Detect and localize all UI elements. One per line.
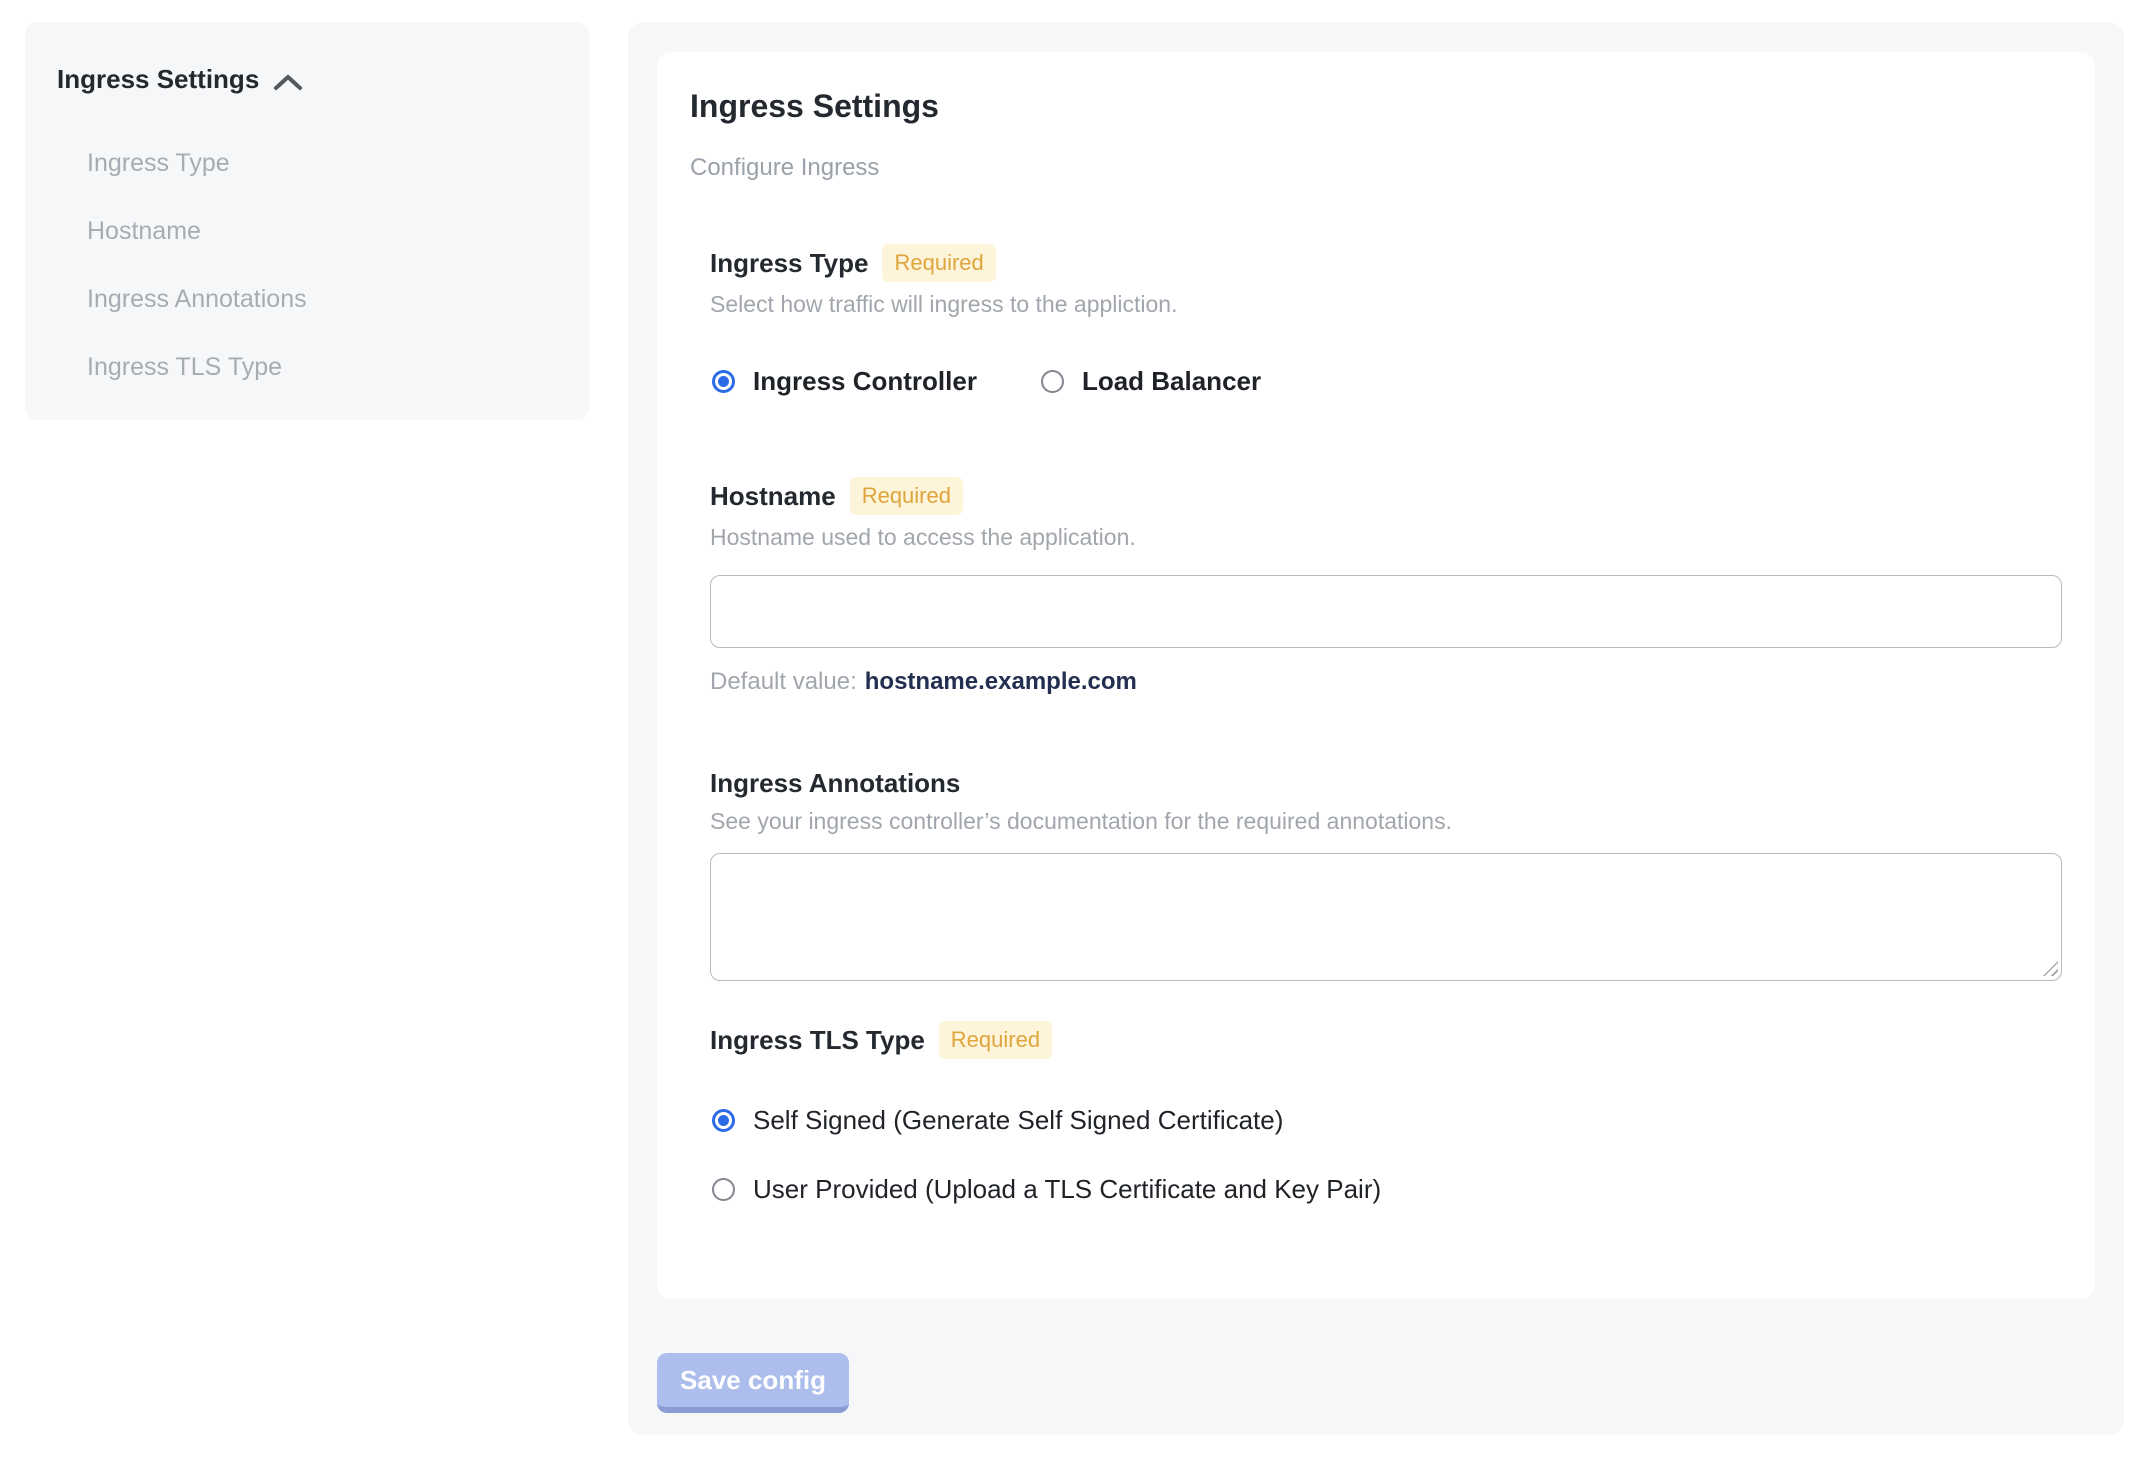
radio-button-user-provided[interactable] <box>712 1178 735 1201</box>
sidebar-item-hostname[interactable]: Hostname <box>87 197 565 265</box>
hostname-description: Hostname used to access the application. <box>710 524 1136 550</box>
radio-label-load-balancer: Load Balancer <box>1081 366 1262 396</box>
sidebar-section-toggle[interactable]: Ingress Settings <box>57 64 565 95</box>
ingress-tls-radio-group: Self Signed (Generate Self Signed Certif… <box>712 1105 2062 1205</box>
page-subtitle: Configure Ingress <box>690 154 880 181</box>
chevron-up-icon <box>274 74 303 90</box>
ingress-type-label: Ingress Type <box>710 247 869 278</box>
ingress-annotations-description: See your ingress controller’s documentat… <box>710 808 1452 834</box>
sidebar-section-title: Ingress Settings <box>57 64 260 94</box>
required-badge: Required <box>849 477 963 515</box>
ingress-annotations-textarea[interactable] <box>710 853 2062 981</box>
default-value-text: hostname.example.com <box>864 668 1137 695</box>
required-badge: Required <box>882 244 996 282</box>
radio-option-self-signed[interactable]: Self Signed (Generate Self Signed Certif… <box>712 1105 2062 1136</box>
radio-option-load-balancer[interactable]: Load Balancer <box>1040 366 1262 397</box>
ingress-type-radio-group: Ingress Controller Load Balancer <box>712 366 2062 397</box>
radio-button-self-signed[interactable] <box>712 1109 735 1132</box>
required-badge: Required <box>938 1021 1053 1059</box>
hostname-label: Hostname <box>710 480 836 511</box>
ingress-type-description: Select how traffic will ingress to the a… <box>710 291 1178 317</box>
radio-button-load-balancer[interactable] <box>1040 370 1064 393</box>
radio-option-ingress-controller[interactable]: Ingress Controller <box>712 366 977 397</box>
radio-label-ingress-controller: Ingress Controller <box>753 366 977 396</box>
radio-button-ingress-controller[interactable] <box>712 370 735 393</box>
sidebar-item-ingress-annotations[interactable]: Ingress Annotations <box>87 265 565 333</box>
radio-label-self-signed: Self Signed (Generate Self Signed Certif… <box>753 1105 1284 1135</box>
page-title: Ingress Settings <box>690 88 939 124</box>
ingress-annotations-textarea-wrap <box>710 853 2062 981</box>
settings-nav-sidebar: Ingress Settings Ingress Type Hostname I… <box>25 22 589 420</box>
hostname-default-line: Default value: hostname.example.com <box>710 668 2062 696</box>
ingress-tls-type-label: Ingress TLS Type <box>710 1024 925 1055</box>
ingress-settings-panel: Ingress Settings Configure Ingress Ingre… <box>628 22 2124 1435</box>
save-config-button[interactable]: Save config <box>657 1353 849 1413</box>
section-ingress-tls-type: Ingress TLS Type Required Self Signed (G… <box>710 1021 2062 1205</box>
section-hostname: Hostname Required Hostname used to acces… <box>710 477 2062 696</box>
ingress-annotations-label: Ingress Annotations <box>710 768 961 798</box>
ingress-settings-card: Ingress Settings Configure Ingress Ingre… <box>657 52 2095 1299</box>
section-ingress-annotations: Ingress Annotations See your ingress con… <box>710 768 2062 981</box>
default-value-label: Default value: <box>710 668 857 695</box>
section-ingress-type: Ingress Type Required Select how traffic… <box>710 244 2062 397</box>
radio-label-user-provided: User Provided (Upload a TLS Certificate … <box>753 1174 1382 1204</box>
hostname-input[interactable] <box>710 575 2062 648</box>
sidebar-item-ingress-tls-type[interactable]: Ingress TLS Type <box>87 333 565 401</box>
radio-option-user-provided[interactable]: User Provided (Upload a TLS Certificate … <box>712 1174 2062 1205</box>
sidebar-item-ingress-type[interactable]: Ingress Type <box>87 129 565 197</box>
